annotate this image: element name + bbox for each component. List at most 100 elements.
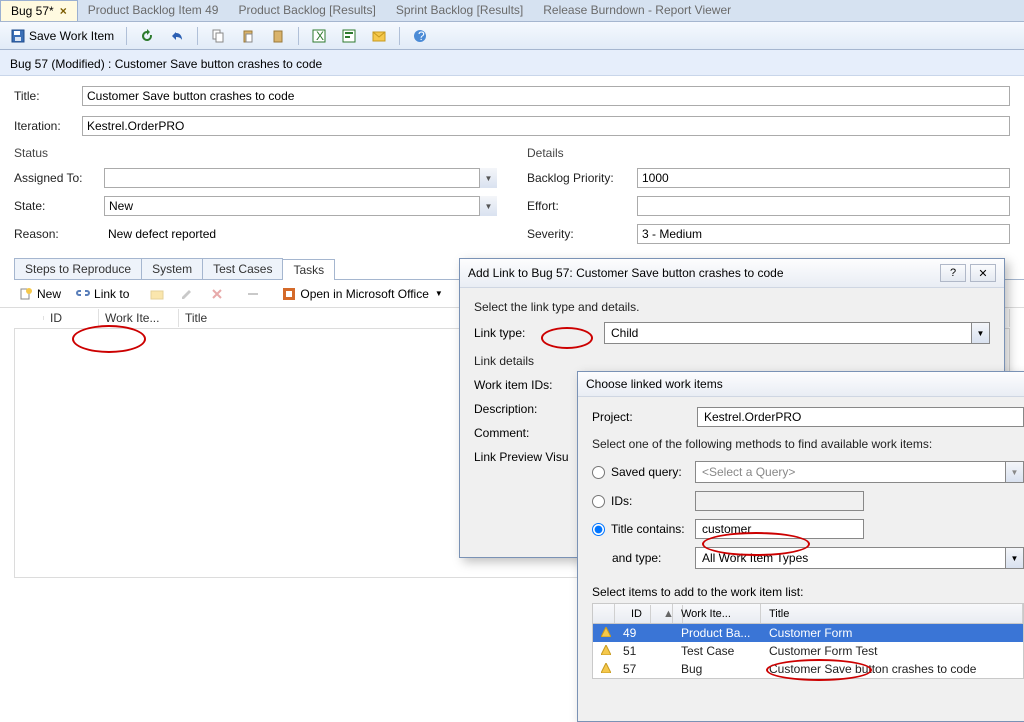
chevron-down-icon[interactable]: ▼ [1005,462,1023,482]
ids-input[interactable] [695,491,864,511]
excel-icon: X [311,28,327,44]
comment-label: Comment: [474,426,594,440]
col-title[interactable]: Title [761,604,1023,623]
assigned-to-combo[interactable] [104,168,497,188]
svg-text:?: ? [418,29,425,43]
link-to-button[interactable]: Link to [71,284,133,304]
save-icon [10,28,26,44]
priority-input[interactable] [637,168,1010,188]
dialog-titlebar[interactable]: Choose linked work items [578,372,1024,397]
assigned-to-label: Assigned To: [14,171,104,185]
clipboard-icon [270,28,286,44]
tab-burndown[interactable]: Release Burndown - Report Viewer [533,0,741,21]
state-combo[interactable] [104,196,497,216]
col-id[interactable]: ID▲ [615,604,673,623]
refresh-icon [139,28,155,44]
chevron-down-icon[interactable]: ▼ [971,323,989,343]
title-contains-radio[interactable] [592,523,605,536]
tab-pbi49[interactable]: Product Backlog Item 49 [78,0,229,21]
link-icon [75,286,91,302]
collapse-button[interactable] [241,284,265,304]
tab-tasks[interactable]: Tasks [282,259,335,280]
tab-testcases[interactable]: Test Cases [202,258,283,279]
tab-sprint[interactable]: Sprint Backlog [Results] [386,0,533,21]
close-icon[interactable]: × [60,4,67,18]
effort-input[interactable] [637,196,1010,216]
severity-label: Severity: [527,227,637,241]
tab-bug57[interactable]: Bug 57*× [0,0,78,21]
tab-system[interactable]: System [141,258,203,279]
main-toolbar: Save Work Item X ? [0,22,1024,50]
link-type-label: Link type: [474,326,594,340]
paste-icon [240,28,256,44]
title-contains-label: Title contains: [611,522,685,536]
edit-icon [179,286,195,302]
tab-backlog[interactable]: Product Backlog [Results] [228,0,385,21]
preview-label: Link Preview Visu [474,450,594,464]
new-icon [18,286,34,302]
choose-linked-dialog: Choose linked work items Project: Select… [577,371,1024,722]
method-label: Select one of the following methods to f… [592,437,1024,451]
saved-query-select[interactable]: <Select a Query>▼ [695,461,1024,483]
result-row[interactable]: 51 Test Case Customer Form Test [593,642,1023,660]
outlook-button[interactable] [367,26,391,46]
delete-button[interactable] [205,284,229,304]
and-type-select[interactable]: All Work Item Types▼ [695,547,1024,569]
title-contains-input[interactable] [695,519,864,539]
dialog-title-text: Choose linked work items [586,377,723,391]
ids-radio[interactable] [592,495,605,508]
status-header: Status [14,146,497,160]
edit-button[interactable] [175,284,199,304]
col-type[interactable]: Work Ite... [99,309,179,327]
collapse-icon [245,286,261,302]
project-input[interactable] [697,407,1024,427]
state-label: State: [14,199,104,213]
save-workitem-button[interactable]: Save Work Item [6,26,118,46]
details-header: Details [527,146,1010,160]
chevron-down-icon[interactable]: ▼ [479,196,497,216]
warning-icon [601,645,611,655]
help-button[interactable]: ? [408,26,432,46]
undo-icon [169,28,185,44]
document-tabs: Bug 57*× Product Backlog Item 49 Product… [0,0,1024,22]
clipboard-button[interactable] [266,26,290,46]
saved-query-radio[interactable] [592,466,605,479]
help-icon: ? [412,28,428,44]
paste-button[interactable] [236,26,260,46]
severity-input[interactable] [637,224,1010,244]
new-link-button[interactable]: New [14,284,65,304]
results-grid: ID▲ Work Ite... Title 49 Product Ba... C… [592,603,1024,679]
result-row[interactable]: 57 Bug Customer Save button crashes to c… [593,660,1023,678]
warning-icon [601,627,611,637]
project-icon [341,28,357,44]
excel-button[interactable]: X [307,26,331,46]
open-office-button[interactable]: Open in Microsoft Office▼ [277,284,446,304]
close-button[interactable]: ✕ [970,264,996,282]
result-row[interactable]: 49 Product Ba... Customer Form [593,624,1023,642]
open-icon [149,286,165,302]
office-icon [281,286,297,302]
tab-steps[interactable]: Steps to Reproduce [14,258,142,279]
warning-icon [601,663,611,673]
iteration-input[interactable] [82,116,1010,136]
title-input[interactable] [82,86,1010,106]
refresh-button[interactable] [135,26,159,46]
copy-button[interactable] [206,26,230,46]
saved-query-label: Saved query: [611,465,682,479]
form-area: Title: Iteration: Status Assigned To: ▼ … [0,76,1024,252]
intro-text: Select the link type and details. [474,300,990,314]
col-type[interactable]: Work Ite... [673,604,761,623]
svg-text:X: X [316,29,324,43]
help-button[interactable]: ? [940,264,966,282]
col-id[interactable]: ID [44,309,99,327]
chevron-down-icon[interactable]: ▼ [479,168,497,188]
dialog-titlebar[interactable]: Add Link to Bug 57: Customer Save button… [460,259,1004,288]
title-label: Title: [14,89,82,103]
workitem-header: Bug 57 (Modified) : Customer Save button… [0,50,1024,76]
open-button[interactable] [145,284,169,304]
copy-icon [210,28,226,44]
project-button[interactable] [337,26,361,46]
undo-button[interactable] [165,26,189,46]
link-type-select[interactable]: Child ▼ [604,322,990,344]
chevron-down-icon[interactable]: ▼ [1005,548,1023,568]
